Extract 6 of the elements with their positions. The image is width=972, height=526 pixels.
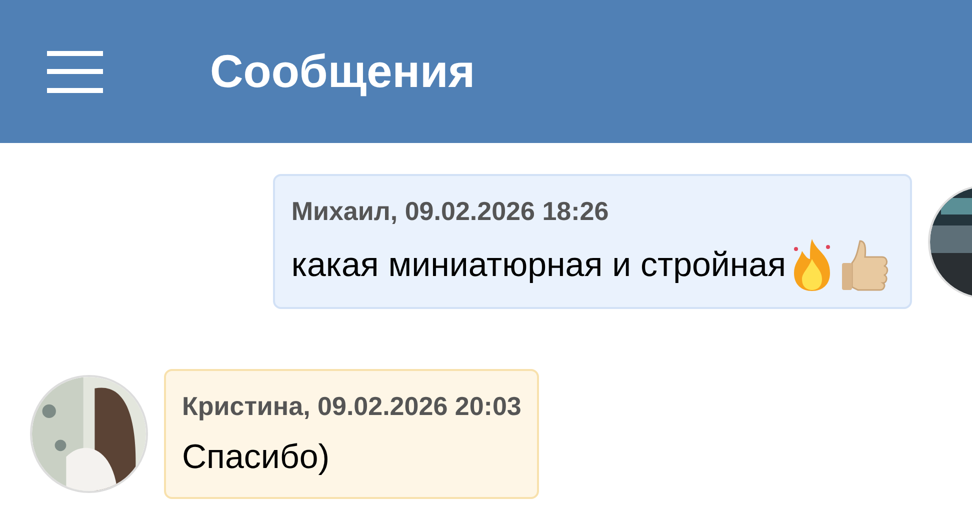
header-title: Сообщения <box>210 44 476 99</box>
message-author: Кристина, 09.02.2026 20:03 <box>182 390 522 423</box>
menu-icon[interactable] <box>47 50 103 92</box>
message-author: Михаил, 09.02.2026 18:26 <box>291 195 610 228</box>
message-text: какая миниатюрная и стройная <box>291 244 786 286</box>
message-text: Спасибо) <box>182 437 330 478</box>
